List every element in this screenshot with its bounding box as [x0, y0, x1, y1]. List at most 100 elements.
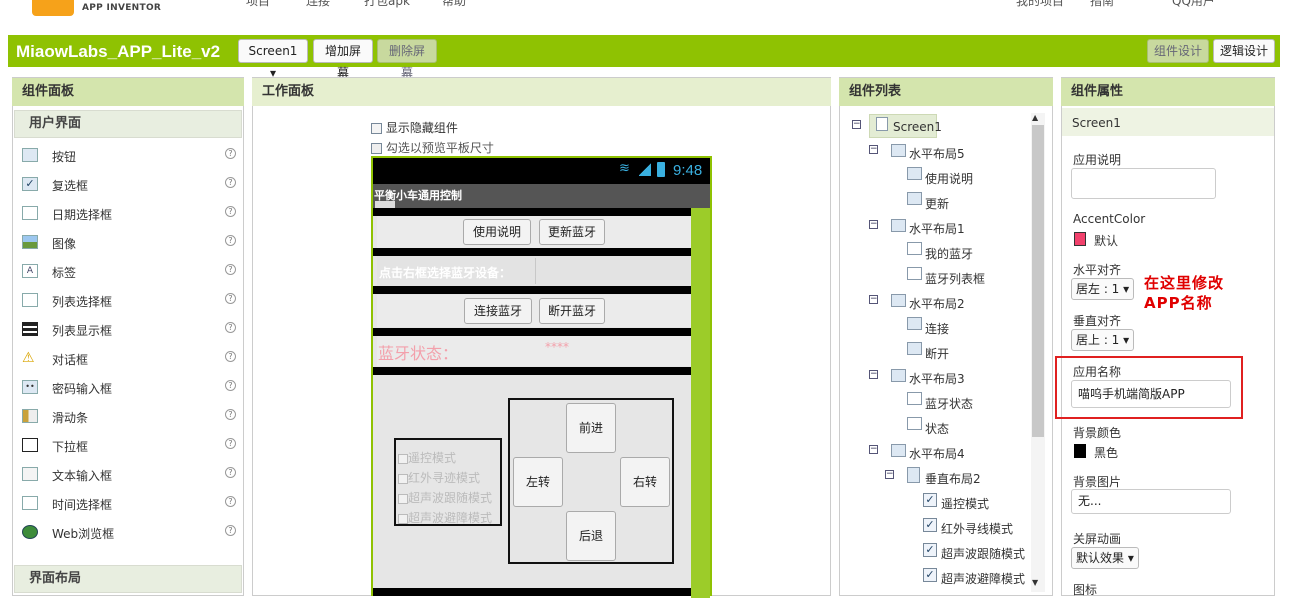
valign-dropdown[interactable]: 居上 : 1 ▾	[1071, 329, 1135, 351]
help-icon[interactable]: ?	[225, 322, 236, 333]
mode-ultrasonic-follow[interactable]: 超声波跟随模式	[398, 489, 492, 506]
tree-item-h1-b[interactable]: 蓝牙列表框	[925, 270, 985, 290]
help-icon[interactable]: ?	[225, 467, 236, 478]
screen-select-dropdown[interactable]: Screen1 ▾	[238, 39, 308, 80]
tree-item-h1-a[interactable]: 我的蓝牙	[925, 245, 973, 265]
nav-help[interactable]: 帮助	[442, 0, 466, 9]
palette-item-listview[interactable]: 列表显示框 ?	[14, 316, 242, 345]
help-icon[interactable]: ?	[225, 438, 236, 449]
help-icon[interactable]: ?	[225, 409, 236, 420]
nav-guide[interactable]: 指南	[1090, 0, 1114, 9]
help-icon[interactable]: ?	[225, 293, 236, 304]
tree-item-h2[interactable]: 水平布局2	[909, 295, 965, 315]
designer-button[interactable]: 组件设计	[1147, 39, 1209, 63]
mode-follow-checkbox[interactable]	[398, 493, 408, 504]
scroll-up-icon[interactable]: ▲	[1032, 113, 1038, 122]
bg-color-swatch[interactable]	[1074, 444, 1086, 458]
connect-bluetooth-button[interactable]: 连接蓝牙	[464, 298, 532, 324]
mode-ir-tracking[interactable]: 红外寻迹模式	[398, 469, 480, 486]
scroll-down-icon[interactable]: ▼	[1032, 578, 1038, 587]
help-icon[interactable]: ?	[225, 148, 236, 159]
accent-color-swatch[interactable]	[1074, 232, 1086, 246]
mode-remote-checkbox[interactable]	[398, 453, 408, 464]
mode-remote[interactable]: 遥控模式	[398, 449, 456, 466]
collapse-icon[interactable]: −	[852, 120, 861, 129]
left-button[interactable]: 左转	[513, 457, 563, 507]
palette-item-checkbox[interactable]: ✓ 复选框 ?	[14, 171, 242, 200]
palette-item-notifier[interactable]: ⚠ 对话框 ?	[14, 345, 242, 374]
right-button[interactable]: 右转	[620, 457, 670, 507]
tree-item-v2[interactable]: 垂直布局2	[925, 470, 981, 490]
help-icon[interactable]: ?	[225, 235, 236, 246]
collapse-icon[interactable]: −	[869, 145, 878, 154]
tree-item-c1[interactable]: 遥控模式	[941, 495, 989, 515]
palette-item-datepicker[interactable]: 日期选择框 ?	[14, 200, 242, 229]
update-bluetooth-button[interactable]: 更新蓝牙	[539, 219, 605, 245]
nav-projects[interactable]: 项目	[246, 0, 270, 9]
tree-item-h4[interactable]: 水平布局4	[909, 445, 965, 465]
collapse-icon[interactable]: −	[885, 470, 894, 479]
help-icon[interactable]: ?	[225, 264, 236, 275]
help-icon[interactable]: ?	[225, 496, 236, 507]
close-animation-dropdown[interactable]: 默认效果 ▾	[1071, 547, 1139, 569]
back-button[interactable]: 后退	[566, 511, 616, 561]
palette-item-slider[interactable]: 滑动条 ?	[14, 403, 242, 432]
blocks-button[interactable]: 逻辑设计	[1213, 39, 1275, 63]
tree-item-h3[interactable]: 水平布局3	[909, 370, 965, 390]
tree-item-c2[interactable]: 红外寻线模式	[941, 520, 1013, 540]
help-icon[interactable]: ?	[225, 177, 236, 188]
nav-my-projects[interactable]: 我的项目	[1016, 0, 1064, 9]
forward-button[interactable]: 前进	[566, 403, 616, 453]
help-icon[interactable]: ?	[225, 206, 236, 217]
tree-item-h5-a[interactable]: 使用说明	[925, 170, 973, 190]
tree-item-c3[interactable]: 超声波跟随模式	[941, 545, 1025, 565]
accent-color-value[interactable]: 默认	[1094, 232, 1118, 249]
collapse-icon[interactable]: −	[869, 445, 878, 454]
scroll-thumb[interactable]	[1032, 125, 1044, 437]
show-hidden-checkbox[interactable]	[371, 123, 382, 134]
tree-item-h5-b[interactable]: 更新	[925, 195, 949, 215]
collapse-icon[interactable]: −	[869, 370, 878, 379]
remove-screen-button[interactable]: 删除屏幕	[377, 39, 437, 80]
nav-user[interactable]: QQ用户	[1172, 0, 1215, 9]
palette-item-webviewer[interactable]: Web浏览框 ?	[14, 519, 242, 548]
tree-item-h3-a[interactable]: 蓝牙状态	[925, 395, 973, 415]
help-icon[interactable]: ?	[225, 525, 236, 536]
mode-avoid-checkbox[interactable]	[398, 513, 408, 524]
phone-scrollbar[interactable]	[691, 208, 710, 598]
tree-item-h1[interactable]: 水平布局1	[909, 220, 965, 240]
tree-item-screen1[interactable]: Screen1	[893, 120, 942, 140]
app-inventor-logo[interactable]: APP INVENTOR	[32, 0, 162, 18]
palette-item-listpicker[interactable]: 列表选择框 ?	[14, 287, 242, 316]
palette-section-layout[interactable]: 界面布局	[14, 565, 242, 593]
components-scrollbar[interactable]: ▲ ▼	[1031, 113, 1045, 592]
mode-ultrasonic-avoid[interactable]: 超声波避障模式	[398, 509, 492, 524]
nav-build[interactable]: 打包apk	[364, 0, 410, 9]
palette-item-image[interactable]: 图像 ?	[14, 229, 242, 258]
palette-item-textbox[interactable]: 文本输入框 ?	[14, 461, 242, 490]
palette-item-label[interactable]: A 标签 ?	[14, 258, 242, 287]
device-list-picker[interactable]	[535, 258, 536, 284]
add-screen-button[interactable]: 增加屏幕	[313, 39, 373, 80]
nav-connect[interactable]: 连接	[306, 0, 330, 9]
halign-dropdown[interactable]: 居左 : 1 ▾	[1071, 278, 1135, 300]
about-textarea[interactable]	[1071, 168, 1216, 199]
palette-item-timepicker[interactable]: 时间选择框 ?	[14, 490, 242, 519]
help-icon[interactable]: ?	[225, 351, 236, 362]
tree-item-h2-a[interactable]: 连接	[925, 320, 949, 340]
bg-image-input[interactable]: 无...	[1071, 489, 1231, 514]
collapse-icon[interactable]: −	[869, 295, 878, 304]
palette-item-button[interactable]: 按钮 ?	[14, 142, 242, 171]
help-icon[interactable]: ?	[225, 380, 236, 391]
app-name-input[interactable]: 喵呜手机端简版APP	[1071, 380, 1231, 408]
bg-color-value[interactable]: 黑色	[1094, 444, 1118, 461]
tablet-preview-checkbox[interactable]	[371, 143, 382, 154]
collapse-icon[interactable]: −	[869, 220, 878, 229]
tablet-preview-option[interactable]: 勾选以预览平板尺寸	[371, 139, 494, 156]
tree-item-h5[interactable]: 水平布局5	[909, 145, 965, 165]
mode-ir-checkbox[interactable]	[398, 473, 408, 484]
tree-item-h3-b[interactable]: 状态	[925, 420, 949, 440]
disconnect-bluetooth-button[interactable]: 断开蓝牙	[539, 298, 605, 324]
instructions-button[interactable]: 使用说明	[463, 219, 531, 245]
tree-item-h2-b[interactable]: 断开	[925, 345, 949, 365]
